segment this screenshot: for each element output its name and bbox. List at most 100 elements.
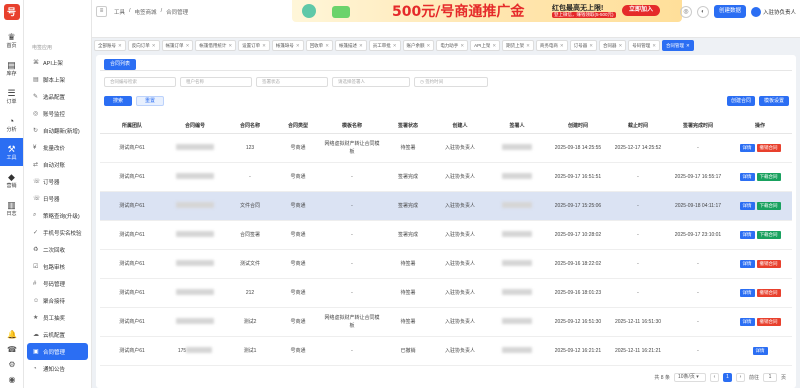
prev-page-button[interactable]: ‹ xyxy=(709,373,719,382)
table-row[interactable]: 测试商户61 测试文件 号商通 - 待签署 入驻协负责人 2025-09-16 18:22:… xyxy=(100,249,792,279)
sidebar-item[interactable]: ☁ 云机配置 xyxy=(27,326,88,343)
sidebar-item[interactable]: ▤ 脚本上架 xyxy=(27,71,88,88)
user-menu[interactable]: 入驻协负责人 xyxy=(750,6,796,17)
close-icon[interactable]: ✕ xyxy=(325,43,329,49)
template-settings-button[interactable]: 模板设置 xyxy=(759,96,789,106)
sidebar-item[interactable]: ▣ 合同管理 xyxy=(27,343,88,360)
sidebar-item[interactable]: ✎ 选品配置 xyxy=(27,88,88,105)
close-icon[interactable]: ✕ xyxy=(460,43,464,49)
page-tab[interactable]: 商务电商 ✕ xyxy=(535,40,568,51)
page-tab[interactable]: 账户余额 ✕ xyxy=(402,40,435,51)
page-number[interactable]: 1 xyxy=(722,373,732,382)
close-icon[interactable]: ✕ xyxy=(492,43,496,49)
page-tab[interactable]: 设置订单 ✕ xyxy=(238,40,270,51)
goto-page-input[interactable]: 1 xyxy=(762,373,777,382)
tab-contract-list[interactable]: 合同列表 xyxy=(104,59,137,70)
detail-button[interactable]: 详情 xyxy=(739,201,755,210)
sidebar-item[interactable]: # 号码管理 xyxy=(27,275,88,292)
detail-button[interactable]: 详情 xyxy=(739,288,755,297)
rail-item[interactable]: ◔ 分析 xyxy=(0,110,23,138)
page-tab[interactable]: 电力助手 ✕ xyxy=(436,40,469,51)
crumb-item[interactable]: 电签商城 xyxy=(135,8,157,16)
rail-item[interactable]: ☰ 订单 xyxy=(0,82,23,110)
theme-icon[interactable]: ◐ xyxy=(696,5,709,18)
sidebar-item[interactable]: ⇄ 自动对账 xyxy=(27,156,88,173)
sidebar-item[interactable]: ◔ 通知公告 xyxy=(27,360,88,377)
signer-select[interactable]: 请选择签署人 xyxy=(332,77,410,87)
rail-item[interactable]: ▤ 库存 xyxy=(0,54,23,82)
sign-date-picker[interactable]: ◷ 签约时间 xyxy=(414,77,488,87)
close-icon[interactable]: ✕ xyxy=(589,43,593,49)
sidebar-item[interactable]: ☑ 包路审核 xyxy=(27,258,88,275)
close-icon[interactable]: ✕ xyxy=(427,43,431,49)
detail-button[interactable]: 详情 xyxy=(739,259,755,268)
close-icon[interactable]: ✕ xyxy=(152,43,156,49)
download-contract-button[interactable]: 下载合同 xyxy=(756,230,781,239)
sidebar-item[interactable]: ↻ 自动翻新(新增) xyxy=(27,122,88,139)
page-tab[interactable]: 合同器 ✕ xyxy=(598,40,627,51)
page-tab[interactable]: 帐篷借用统计 ✕ xyxy=(195,40,237,51)
create-contract-button[interactable]: 创建合同 xyxy=(727,96,755,106)
page-tab[interactable]: 全部账号 ✕ xyxy=(94,40,126,51)
sidebar-item[interactable]: ✓ 手机号实名校验 xyxy=(27,224,88,241)
close-icon[interactable]: ✕ xyxy=(262,43,266,49)
revoke-contract-button[interactable]: 撤销合同 xyxy=(756,317,781,326)
create-data-button[interactable]: 创建数据 xyxy=(713,5,746,18)
page-tab[interactable]: 合同管理 ✕ xyxy=(662,40,694,51)
sidebar-item[interactable]: ⌕ 策略查询(升级) xyxy=(27,207,88,224)
close-icon[interactable]: ✕ xyxy=(228,43,232,49)
detail-button[interactable]: 详情 xyxy=(739,317,755,326)
rail-item[interactable]: ♛ 首页 xyxy=(0,26,23,54)
close-icon[interactable]: ✕ xyxy=(652,43,656,49)
close-icon[interactable]: ✕ xyxy=(118,43,122,49)
page-tab[interactable]: 回收单 ✕ xyxy=(305,40,333,51)
close-icon[interactable]: ✕ xyxy=(393,43,397,49)
settings-icon[interactable]: ⚙ xyxy=(8,360,15,369)
page-tab[interactable]: 帐篷订单 ✕ xyxy=(161,40,194,51)
bell-icon[interactable]: 🔔 xyxy=(7,330,17,339)
revoke-contract-button[interactable]: 撤销合同 xyxy=(756,259,781,268)
reset-button[interactable]: 重置 xyxy=(136,96,164,106)
close-icon[interactable]: ✕ xyxy=(359,43,363,49)
page-tab[interactable]: API上架 ✕ xyxy=(470,40,501,51)
promo-banner[interactable]: 500元/号商通推广金 红包最高无上限! 登上微信，赚钱领取(5-500元) 立… xyxy=(292,0,682,22)
detail-button[interactable]: 详情 xyxy=(752,346,768,355)
next-page-button[interactable]: › xyxy=(735,373,745,382)
detail-button[interactable]: 详情 xyxy=(739,230,755,239)
sidebar-item[interactable]: ☏ 订号器 xyxy=(27,173,88,190)
page-tab[interactable]: 号码管理 ✕ xyxy=(628,40,661,51)
tenant-input[interactable]: 租户名称 xyxy=(180,77,252,87)
search-button[interactable]: 搜索 xyxy=(104,96,132,106)
close-icon[interactable]: ✕ xyxy=(560,43,564,49)
revoke-contract-button[interactable]: 撤销合同 xyxy=(756,288,781,297)
page-tab[interactable]: 员工审批 ✕ xyxy=(368,40,401,51)
sidebar-item[interactable]: ★ 员工抽奖 xyxy=(27,309,88,326)
table-row[interactable]: 测试商户61 测试2 号商通 网络虚拟财产转让合同模板 待签署 入驻协负责人 2025-09… xyxy=(100,307,792,337)
page-tab[interactable]: 帐篷缺号 ✕ xyxy=(271,40,304,51)
download-contract-button[interactable]: 下载合同 xyxy=(756,201,781,210)
service-icon[interactable]: ☎ xyxy=(7,345,17,354)
table-row[interactable]: 测试商户61 212 号商通 - 待签署 入驻协负责人 2025-09-16 18:01:2… xyxy=(100,278,792,308)
sidebar-item[interactable]: ☏ 日号器 xyxy=(27,190,88,207)
sidebar-item[interactable]: ◎ 账号监控 xyxy=(27,105,88,122)
user-icon[interactable]: ◉ xyxy=(9,375,16,384)
page-tab[interactable]: 订号器 ✕ xyxy=(569,40,597,51)
page-tab[interactable]: 期货上架 ✕ xyxy=(502,40,534,51)
revoke-contract-button[interactable]: 撤销合同 xyxy=(756,143,781,152)
table-row[interactable]: 测试商户61 文件合同 号商通 - 签署完成 入驻协负责人 2025-09-17 15:25… xyxy=(100,191,792,221)
download-contract-button[interactable]: 下载合同 xyxy=(756,172,781,181)
detail-button[interactable]: 详情 xyxy=(739,143,755,152)
page-tab[interactable]: 反向订单 ✕ xyxy=(127,40,160,51)
page-tab[interactable]: 帐篷描述 ✕ xyxy=(334,40,367,51)
status-select[interactable]: 签署状态 xyxy=(256,77,328,87)
rail-item[interactable]: ▥ 日志 xyxy=(0,194,23,222)
close-icon[interactable]: ✕ xyxy=(296,43,300,49)
close-icon[interactable]: ✕ xyxy=(686,43,690,49)
table-row[interactable]: 测试商户61 175 测试1 号商通 - 已撤销 入驻协负责人 2025-09-12 16:2… xyxy=(100,336,792,366)
crumb-item[interactable]: 工具 xyxy=(114,8,125,16)
notification-icon[interactable]: ◎ xyxy=(679,5,692,18)
table-row[interactable]: 测试商户61 123 号商通 网络虚拟财产转让合同模板 待签署 入驻协负责人 2025-09… xyxy=(100,133,792,163)
collapse-menu-button[interactable]: ≡ xyxy=(96,6,107,17)
contract-no-input[interactable]: 合同编号检索 xyxy=(104,77,176,87)
rail-item[interactable]: ⚒ 工具 xyxy=(0,138,23,166)
